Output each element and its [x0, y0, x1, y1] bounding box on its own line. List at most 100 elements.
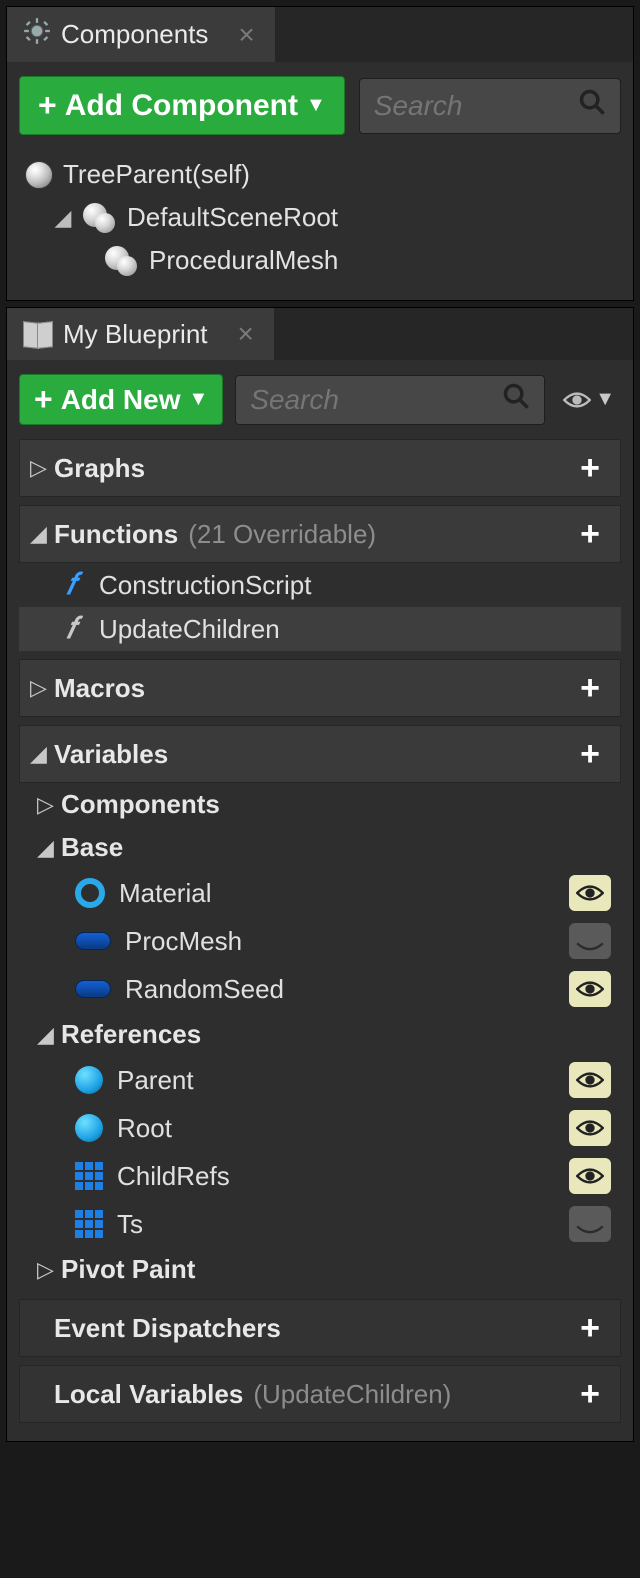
variable-label: Material [119, 878, 211, 909]
view-options-button[interactable]: ▼ [557, 384, 621, 415]
variable-childrefs[interactable]: ChildRefs [19, 1152, 621, 1200]
section-title: Variables [54, 739, 168, 770]
section-graphs[interactable]: ▷ Graphs + [19, 439, 621, 497]
blueprint-tab[interactable]: My Blueprint × [7, 308, 274, 360]
close-icon[interactable]: × [238, 19, 254, 51]
variable-label: Root [117, 1113, 172, 1144]
actor-icon [25, 161, 53, 189]
variable-ts[interactable]: Ts [19, 1200, 621, 1248]
visibility-toggle[interactable] [569, 1062, 611, 1098]
group-title: Base [61, 832, 123, 863]
variable-randomseed[interactable]: RandomSeed [19, 965, 621, 1013]
function-icon: 𝑓 [55, 613, 87, 645]
add-event-dispatcher-button[interactable]: + [570, 1308, 610, 1348]
collapse-icon[interactable]: ◢ [37, 835, 61, 861]
variable-material[interactable]: Material [19, 869, 621, 917]
function-construction-script[interactable]: 𝑓 ConstructionScript [19, 563, 621, 607]
visibility-toggle[interactable] [569, 875, 611, 911]
blueprint-panel: My Blueprint × + Add New ▼ ▼ ▷ [6, 307, 634, 1442]
add-function-button[interactable]: + [570, 514, 610, 554]
section-event-dispatchers[interactable]: ▷ Event Dispatchers + [19, 1299, 621, 1357]
section-macros[interactable]: ▷ Macros + [19, 659, 621, 717]
visibility-toggle[interactable] [569, 1110, 611, 1146]
material-icon [75, 878, 105, 908]
components-search-input[interactable] [374, 90, 578, 122]
tree-label: DefaultSceneRoot [127, 202, 338, 233]
plus-icon: + [38, 87, 57, 124]
function-icon: 𝑓 [55, 569, 87, 601]
var-group-components[interactable]: ▷ Components [19, 783, 621, 826]
close-icon[interactable]: × [238, 318, 254, 350]
variable-label: ChildRefs [117, 1161, 230, 1192]
search-icon [578, 88, 606, 123]
eye-icon [563, 390, 591, 410]
tree-row-scene-root[interactable]: ◢ DefaultSceneRoot [19, 196, 621, 239]
blueprint-toolbar: + Add New ▼ ▼ [19, 374, 621, 431]
object-icon [75, 1114, 103, 1142]
chevron-down-icon: ▼ [306, 94, 326, 117]
chevron-down-icon: ▼ [188, 388, 208, 411]
visibility-toggle[interactable] [569, 971, 611, 1007]
tree-row-procedural-mesh[interactable]: ProceduralMesh [19, 239, 621, 282]
tree-label: TreeParent(self) [63, 159, 250, 190]
add-macro-button[interactable]: + [570, 668, 610, 708]
add-variable-button[interactable]: + [570, 734, 610, 774]
section-local-variables[interactable]: ▷ Local Variables (UpdateChildren) + [19, 1365, 621, 1423]
variable-procmesh[interactable]: ProcMesh [19, 917, 621, 965]
chevron-down-icon: ▼ [595, 388, 615, 411]
search-icon [502, 382, 530, 417]
variable-parent[interactable]: Parent [19, 1056, 621, 1104]
add-graph-button[interactable]: + [570, 448, 610, 488]
add-new-label: Add New [61, 384, 181, 416]
scene-component-icon [105, 246, 139, 276]
variable-root[interactable]: Root [19, 1104, 621, 1152]
expand-icon[interactable]: ▷ [30, 455, 54, 481]
add-new-button[interactable]: + Add New ▼ [19, 374, 223, 425]
collapse-icon[interactable]: ◢ [30, 521, 54, 547]
function-update-children[interactable]: 𝑓 UpdateChildren [19, 607, 621, 651]
components-tab-bar: Components × [7, 7, 633, 62]
visibility-toggle[interactable] [569, 923, 611, 959]
section-title: Functions [54, 519, 178, 550]
section-title: Macros [54, 673, 145, 704]
tree-label: ProceduralMesh [149, 245, 338, 276]
section-suffix: (UpdateChildren) [253, 1379, 451, 1410]
tree-row-self[interactable]: TreeParent(self) [19, 153, 621, 196]
array-icon [75, 1210, 103, 1238]
section-title: Graphs [54, 453, 145, 484]
blueprint-search[interactable] [235, 375, 545, 425]
expand-icon[interactable]: ◢ [53, 205, 73, 231]
collapse-icon[interactable]: ◢ [30, 741, 54, 767]
var-group-references[interactable]: ◢ References [19, 1013, 621, 1056]
collapse-icon[interactable]: ◢ [37, 1022, 61, 1048]
add-component-button[interactable]: + Add Component ▼ [19, 76, 345, 135]
scene-component-icon [83, 203, 117, 233]
expand-icon[interactable]: ▷ [30, 675, 54, 701]
components-tab-label: Components [61, 19, 208, 50]
visibility-toggle[interactable] [569, 1206, 611, 1242]
visibility-toggle[interactable] [569, 1158, 611, 1194]
components-tab[interactable]: Components × [7, 7, 275, 62]
blueprint-tab-label: My Blueprint [63, 319, 208, 350]
section-variables[interactable]: ◢ Variables + [19, 725, 621, 783]
group-title: Components [61, 789, 220, 820]
array-icon [75, 1162, 103, 1190]
function-label: UpdateChildren [99, 614, 280, 645]
add-component-label: Add Component [65, 89, 298, 123]
var-group-base[interactable]: ◢ Base [19, 826, 621, 869]
group-title: Pivot Paint [61, 1254, 195, 1285]
blueprint-body: + Add New ▼ ▼ ▷ Graphs + ◢ Funct [7, 360, 633, 1441]
blueprint-search-input[interactable] [250, 384, 502, 416]
object-ref-icon [75, 980, 111, 998]
var-group-pivot-paint[interactable]: ▷ Pivot Paint [19, 1248, 621, 1291]
expand-icon[interactable]: ▷ [37, 1257, 61, 1283]
components-search[interactable] [359, 78, 621, 134]
section-functions[interactable]: ◢ Functions (21 Overridable) + [19, 505, 621, 563]
book-icon [23, 322, 53, 346]
variable-label: ProcMesh [125, 926, 242, 957]
plus-icon: + [34, 381, 53, 418]
expand-icon[interactable]: ▷ [37, 792, 61, 818]
section-title: Local Variables [54, 1379, 243, 1410]
object-ref-icon [75, 932, 111, 950]
add-local-variable-button[interactable]: + [570, 1374, 610, 1414]
